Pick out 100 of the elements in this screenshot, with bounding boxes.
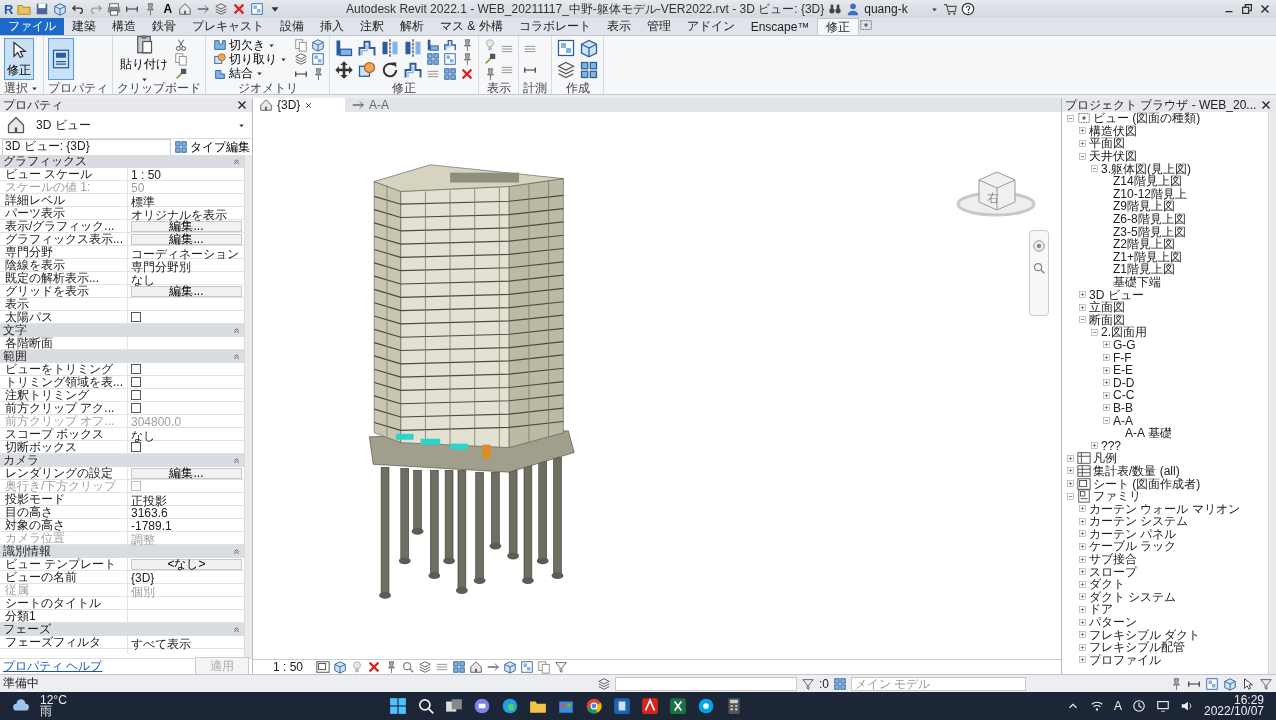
- collapse-icon[interactable]: [232, 352, 241, 361]
- tree-item[interactable]: F-F: [1113, 351, 1132, 364]
- tree-item[interactable]: ???: [1101, 439, 1122, 452]
- collapse-icon[interactable]: [1066, 491, 1075, 501]
- tree-item[interactable]: ビュー (図面の種類): [1093, 112, 1201, 125]
- save-icon[interactable]: [35, 2, 50, 16]
- layers-icon[interactable]: [418, 660, 432, 674]
- ribbon-tab[interactable]: 注釈: [352, 18, 392, 35]
- offset-icon[interactable]: [357, 38, 377, 58]
- speaker-icon[interactable]: [1179, 699, 1194, 713]
- tree-item[interactable]: Z2階見上図: [1113, 238, 1175, 251]
- expand-icon[interactable]: [1078, 642, 1087, 652]
- scale-label[interactable]: 1 : 50: [273, 660, 313, 674]
- ribbon-tab[interactable]: 解析: [392, 18, 432, 35]
- sheet-icon[interactable]: [316, 660, 330, 674]
- ribbon-tab[interactable]: プレキャスト: [184, 18, 272, 35]
- expand-icon[interactable]: [1066, 453, 1075, 463]
- ribbon-tab[interactable]: 鉄骨: [144, 18, 184, 35]
- ribbon-tab[interactable]: 建築: [64, 18, 104, 35]
- tree-item[interactable]: 平面図: [1089, 137, 1125, 150]
- tree-item[interactable]: 凡例: [1093, 452, 1117, 465]
- move-icon[interactable]: [334, 60, 354, 80]
- expand-icon[interactable]: [1078, 139, 1087, 148]
- ribbon-tab[interactable]: 管理: [638, 18, 679, 35]
- tree-item[interactable]: Z3-5階見上図: [1113, 225, 1186, 238]
- ribbon-tab[interactable]: 構造: [104, 18, 144, 35]
- expand-icon[interactable]: [1102, 378, 1111, 388]
- expand-icon[interactable]: [1078, 290, 1087, 300]
- group-icon[interactable]: [1205, 676, 1219, 691]
- app-icon[interactable]: [669, 697, 688, 715]
- ribbon-button[interactable]: 修正: [4, 38, 34, 80]
- expand-icon[interactable]: [1078, 529, 1087, 539]
- wheel-icon[interactable]: [1032, 239, 1046, 253]
- cube-icon[interactable]: [1223, 676, 1237, 691]
- panel-title[interactable]: 選択: [4, 79, 39, 97]
- collapse-icon[interactable]: [1102, 416, 1111, 426]
- panel-title[interactable]: 計測: [523, 79, 547, 97]
- grid-icon[interactable]: [426, 52, 440, 67]
- ribbon-button[interactable]: [48, 38, 74, 80]
- mirror-icon[interactable]: [380, 38, 400, 58]
- restore-icon[interactable]: [1240, 2, 1254, 16]
- align-icon[interactable]: [334, 38, 354, 58]
- checkbox[interactable]: [131, 312, 141, 322]
- collapse-icon[interactable]: [1090, 327, 1099, 337]
- panel-title[interactable]: プロパティ: [48, 79, 108, 97]
- tree-item[interactable]: A-A 基礎: [1125, 427, 1172, 440]
- cube-icon[interactable]: [503, 660, 517, 674]
- panel-title[interactable]: 修正: [392, 79, 416, 97]
- text-tool-button[interactable]: A: [161, 2, 175, 16]
- chat-icon[interactable]: [473, 697, 492, 715]
- tree-item[interactable]: A-A: [1113, 414, 1133, 427]
- help-icon[interactable]: [960, 2, 975, 16]
- collapse-icon[interactable]: [1066, 113, 1075, 123]
- panel-title[interactable]: 作成: [565, 79, 590, 97]
- help-link[interactable]: プロパティ ヘルプ: [3, 658, 103, 675]
- scissors-icon[interactable]: [174, 38, 188, 53]
- collapse-icon[interactable]: [232, 157, 241, 166]
- expand-icon[interactable]: [1078, 617, 1087, 627]
- tree-item[interactable]: 3.躯体図(見上図): [1101, 162, 1191, 175]
- user-name[interactable]: quang-k: [864, 2, 908, 16]
- cube-icon[interactable]: [579, 38, 599, 58]
- tree-item[interactable]: カーテン システム: [1089, 515, 1189, 528]
- expand-icon[interactable]: [1078, 504, 1087, 514]
- zoom-icon[interactable]: [1032, 261, 1046, 275]
- task-view-icon[interactable]: [445, 697, 464, 715]
- tree-item[interactable]: ドア: [1089, 603, 1113, 616]
- tree-item[interactable]: D-D: [1113, 376, 1135, 389]
- edit-button[interactable]: 編集...: [131, 233, 242, 245]
- monitor-icon[interactable]: [1155, 699, 1170, 713]
- wifi-icon[interactable]: [1089, 699, 1104, 713]
- scrollbar[interactable]: [244, 155, 252, 658]
- ribbon-tab[interactable]: Enscape™: [742, 18, 818, 35]
- copy-icon[interactable]: [537, 660, 551, 674]
- ribbon-button[interactable]: 結合: [210, 66, 267, 81]
- offset-icon[interactable]: [403, 60, 423, 80]
- ribbon-tab[interactable]: 挿入: [312, 18, 352, 35]
- edit-button[interactable]: 編集...: [131, 285, 242, 297]
- expand-icon[interactable]: [1078, 567, 1087, 577]
- grid-icon[interactable]: [452, 660, 466, 674]
- tree-item[interactable]: B-B: [1113, 401, 1133, 414]
- cube-icon[interactable]: [311, 38, 325, 53]
- panel-title[interactable]: 表示: [486, 79, 511, 97]
- expand-icon[interactable]: [1078, 579, 1087, 589]
- tree-item[interactable]: Z1階見上図: [1113, 263, 1175, 276]
- checkbox[interactable]: [131, 390, 141, 400]
- tree-item[interactable]: Z6-8階見上図: [1113, 213, 1186, 226]
- delete-icon[interactable]: [367, 660, 381, 674]
- expand-icon[interactable]: [1066, 466, 1075, 476]
- brush-icon[interactable]: [483, 52, 497, 67]
- tree-item[interactable]: G-G: [1113, 339, 1136, 351]
- collapse-icon[interactable]: [232, 456, 241, 465]
- tree-item[interactable]: 3D ビュー: [1089, 288, 1144, 301]
- tree-item[interactable]: ダクト: [1089, 578, 1125, 591]
- filter-icon[interactable]: [1259, 676, 1273, 691]
- tree-item[interactable]: Z10-12階見上: [1113, 187, 1188, 200]
- tree-item[interactable]: C-C: [1113, 389, 1135, 402]
- delete-icon[interactable]: [460, 66, 474, 81]
- cube-icon[interactable]: [333, 660, 347, 674]
- filter-icon[interactable]: [801, 676, 815, 691]
- expand-icon[interactable]: [1078, 604, 1087, 614]
